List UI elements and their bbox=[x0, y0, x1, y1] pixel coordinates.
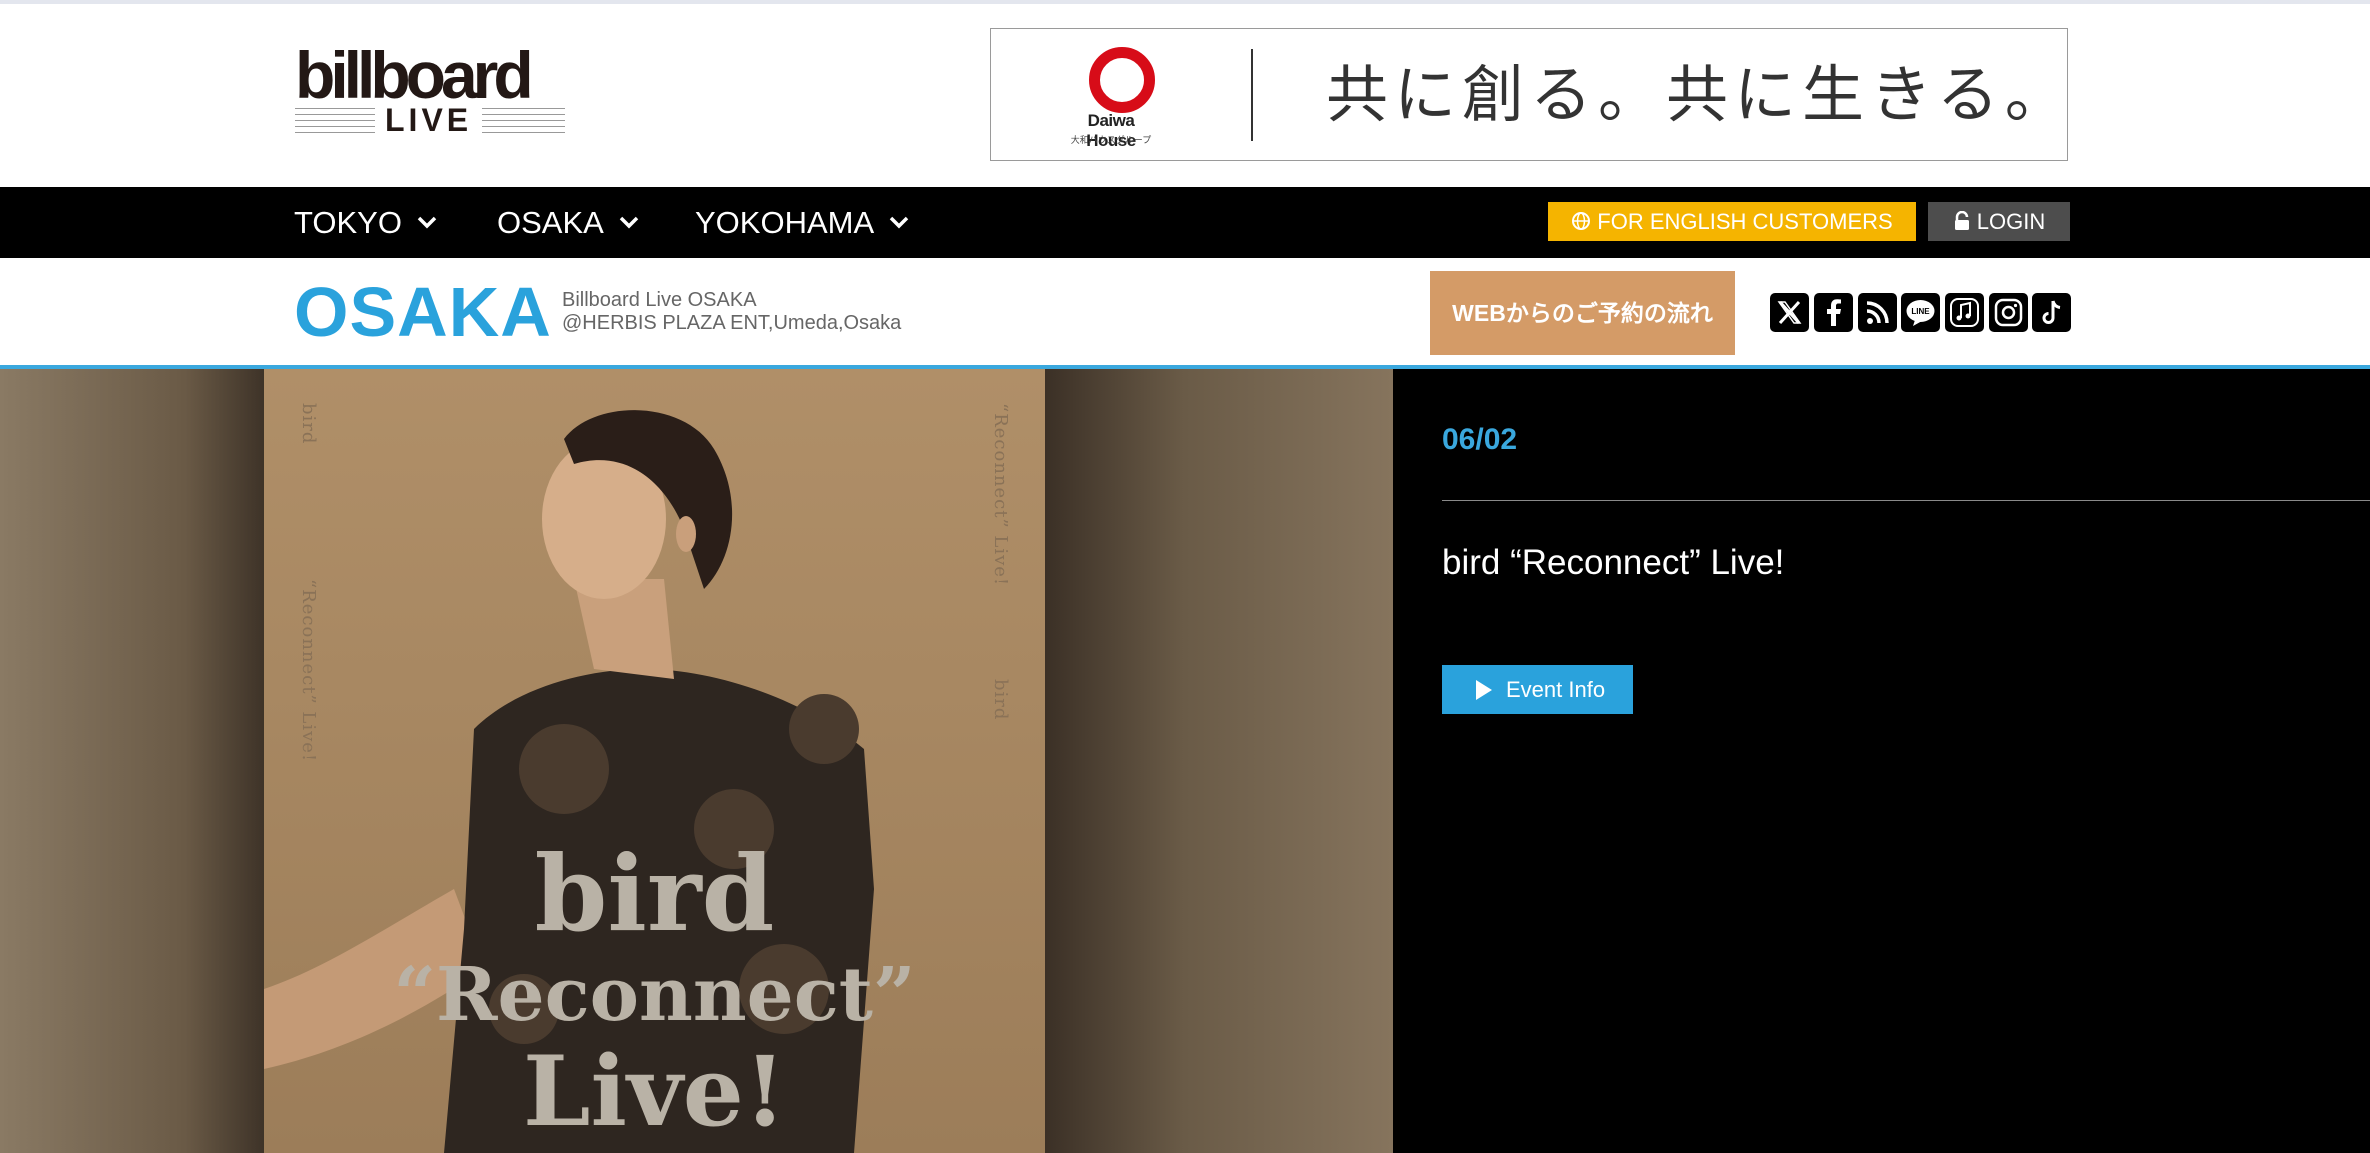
venue-title: OSAKA bbox=[294, 273, 552, 351]
x-icon[interactable] bbox=[1770, 293, 1809, 332]
globe-icon bbox=[1572, 212, 1591, 231]
venue-name: Billboard Live OSAKA bbox=[562, 289, 757, 311]
nav-item-tokyo[interactable]: TOKYO bbox=[294, 187, 438, 258]
event-poster: bird “Reconnect” Live! “Reconnect” Live!… bbox=[264, 369, 1045, 1153]
poster-title-line2: “Reconnect” bbox=[393, 952, 916, 1038]
lock-icon bbox=[1954, 211, 1969, 231]
venue-address: @HERBIS PLAZA ENT,Umeda,Osaka bbox=[562, 312, 902, 334]
nav-item-label: YOKOHAMA bbox=[695, 205, 875, 240]
event-details-panel: 06/02 bird “Reconnect” Live! Event Info bbox=[1393, 369, 2370, 1153]
logo-sub: LIVE bbox=[375, 102, 483, 138]
chevron-down-icon bbox=[417, 216, 437, 229]
login-label: LOGIN bbox=[1976, 209, 2046, 234]
facebook-icon[interactable] bbox=[1814, 293, 1853, 332]
ad-brand-sub: 大和ハウスグループ bbox=[1070, 135, 1152, 145]
nav-item-osaka[interactable]: OSAKA bbox=[497, 187, 640, 258]
line-icon[interactable]: LINE bbox=[1901, 293, 1940, 332]
poster-side-text: bird bbox=[298, 403, 319, 445]
nav-item-yokohama[interactable]: YOKOHAMA bbox=[695, 187, 910, 258]
event-date: 06/02 bbox=[1442, 423, 1518, 456]
ad-banner[interactable]: Daiwa House 大和ハウスグループ 共に創る。共に生きる。 bbox=[990, 28, 2068, 161]
english-customers-button[interactable]: FOR ENGLISH CUSTOMERS bbox=[1548, 202, 1916, 241]
tiktok-icon[interactable] bbox=[2032, 293, 2071, 332]
poster-side-text: “Reconnect” Live! bbox=[298, 579, 319, 763]
ad-divider bbox=[1251, 49, 1253, 141]
event-title[interactable]: bird “Reconnect” Live! bbox=[1442, 543, 1784, 583]
apple-music-icon[interactable] bbox=[1945, 293, 1984, 332]
event-divider bbox=[1442, 500, 2370, 501]
venue-info: Billboard Live OSAKA @HERBIS PLAZA ENT,U… bbox=[562, 289, 901, 335]
login-button[interactable]: LOGIN bbox=[1928, 202, 2070, 241]
poster-title-line3: Live! bbox=[523, 1035, 786, 1148]
poster-side-text: bird bbox=[990, 679, 1011, 721]
logo-word: billboard bbox=[295, 38, 534, 112]
daiwa-ring-icon bbox=[1089, 47, 1155, 113]
event-info-button[interactable]: Event Info bbox=[1442, 665, 1633, 714]
svg-text:LINE: LINE bbox=[1911, 307, 1930, 316]
ad-slogan: 共に創る。共に生きる。 bbox=[1326, 58, 2073, 131]
event-info-label: Event Info bbox=[1506, 677, 1606, 702]
billboard-live-logo[interactable]: billboard LIVE bbox=[295, 40, 565, 138]
play-icon bbox=[1476, 680, 1492, 700]
event-hero-image[interactable]: bird “Reconnect” Live! “Reconnect” Live!… bbox=[0, 369, 1393, 1153]
nav-item-label: OSAKA bbox=[497, 205, 604, 240]
rss-icon[interactable] bbox=[1858, 293, 1897, 332]
reservation-flow-button[interactable]: WEBからのご予約の流れ bbox=[1430, 271, 1735, 355]
chevron-down-icon bbox=[619, 216, 639, 229]
top-border bbox=[0, 0, 2370, 4]
nav-item-label: TOKYO bbox=[294, 205, 402, 240]
main-nav: TOKYO OSAKA YOKOHAMA FOR ENGLISH CUSTOME… bbox=[0, 187, 2370, 258]
daiwa-house-logo: Daiwa House 大和ハウスグループ bbox=[1061, 47, 1161, 150]
instagram-icon[interactable] bbox=[1989, 293, 2028, 332]
chevron-down-icon bbox=[889, 216, 909, 229]
poster-title-line1: bird bbox=[534, 832, 775, 955]
english-button-label: FOR ENGLISH CUSTOMERS bbox=[1597, 209, 1893, 234]
poster-side-text: “Reconnect” Live! bbox=[990, 403, 1011, 587]
